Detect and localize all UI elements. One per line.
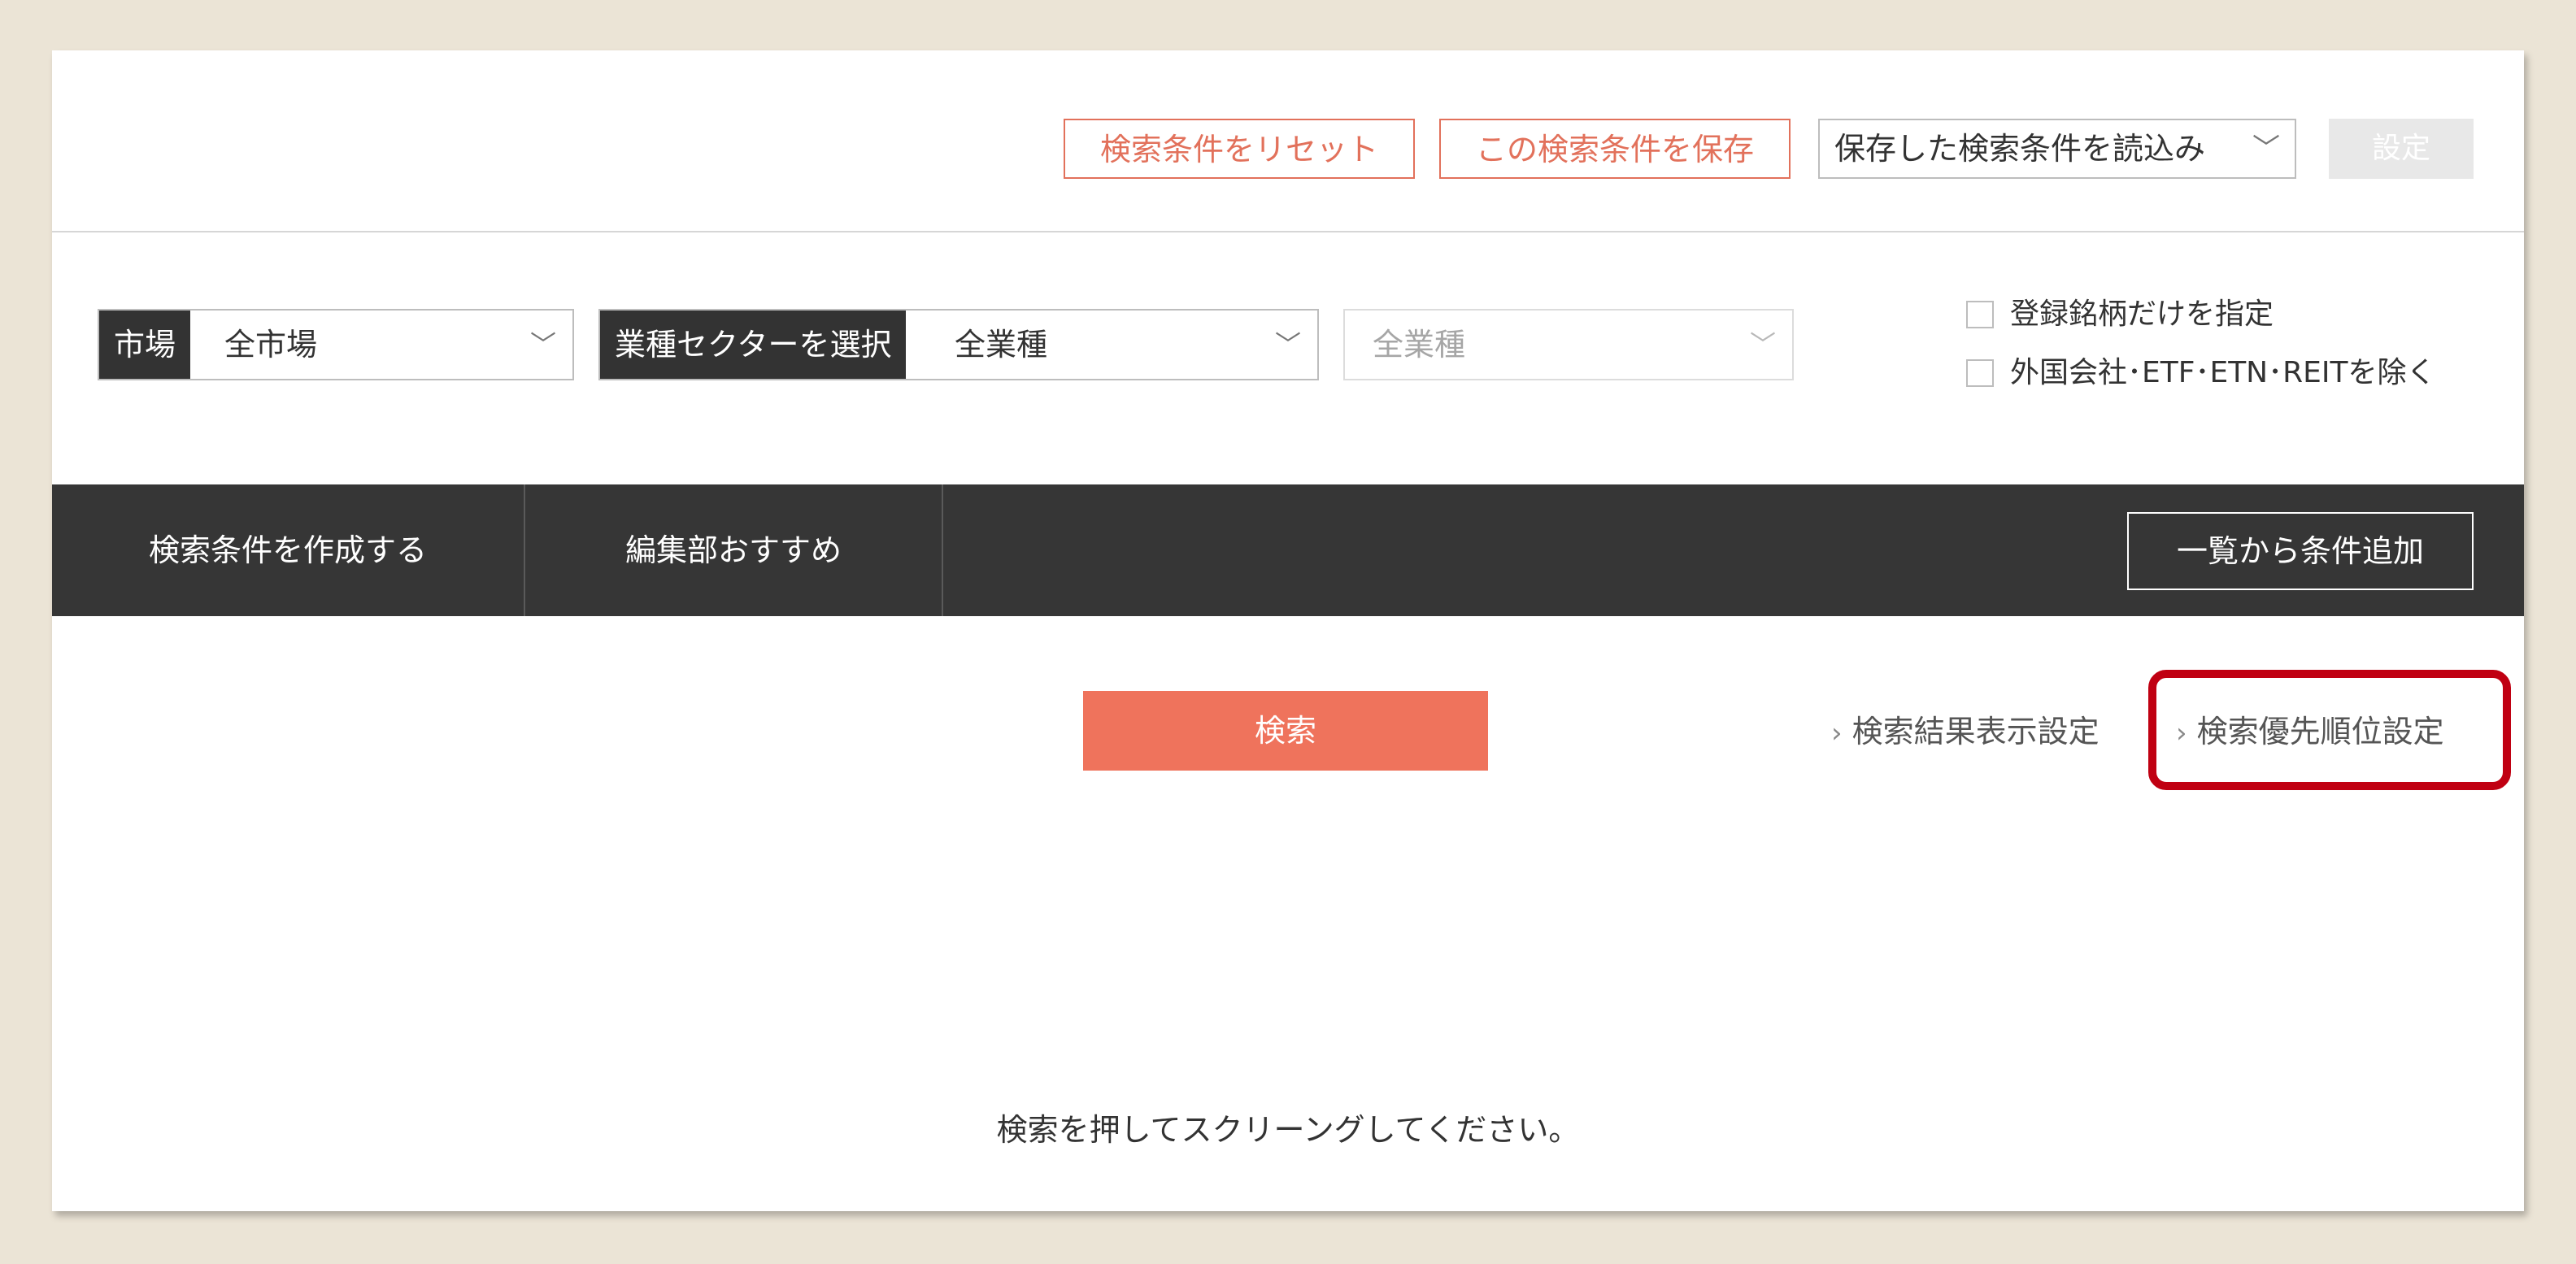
save-conditions-button[interactable]: この検索条件を保存 — [1439, 119, 1791, 179]
market-select[interactable]: 市場 全市場 ﹀ — [98, 309, 574, 380]
registered-only-checkbox[interactable]: 登録銘柄だけを指定 — [1966, 294, 2487, 335]
sector-value: 全業種 — [955, 327, 1048, 363]
subsector-select[interactable]: 全業種 ﹀ — [1343, 309, 1794, 380]
chevron-down-icon: ﹀ — [1274, 329, 1301, 360]
set-button[interactable]: 設定 — [2329, 119, 2474, 179]
sector-select[interactable]: 業種セクターを選択 全業種 ﹀ — [598, 309, 1319, 380]
load-saved-conditions-label: 保存した検索条件を読込み — [1834, 131, 2206, 167]
chevron-right-icon: › — [1831, 717, 1843, 749]
market-tag: 市場 — [99, 311, 191, 379]
market-value: 全市場 — [224, 327, 318, 363]
registered-only-label: 登録銘柄だけを指定 — [2010, 298, 2274, 331]
toolbar: 検索条件をリセット この検索条件を保存 保存した検索条件を読込み ﹀ 設定 — [52, 50, 2524, 232]
load-saved-conditions-select[interactable]: 保存した検索条件を読込み ﹀ — [1818, 119, 2296, 179]
tab-create-conditions[interactable]: 検索条件を作成する — [52, 484, 525, 616]
result-display-settings-label: 検索結果表示設定 — [1852, 714, 2100, 749]
condition-tab-bar: 検索条件を作成する 編集部おすすめ 一覧から条件追加 — [52, 484, 2524, 616]
screening-panel: 検索条件をリセット この検索条件を保存 保存した検索条件を読込み ﹀ 設定 市場… — [52, 50, 2524, 1211]
chevron-down-icon: ﹀ — [529, 329, 556, 360]
exclude-foreign-checkbox[interactable]: 外国会社･ETF･ETN･REITを除く — [1966, 353, 2487, 393]
sector-tag: 業種セクターを選択 — [600, 311, 907, 379]
checkbox-box[interactable] — [1966, 359, 1994, 387]
add-condition-from-list-button[interactable]: 一覧から条件追加 — [2127, 512, 2474, 590]
tab-editor-picks[interactable]: 編集部おすすめ — [525, 484, 943, 616]
search-button[interactable]: 検索 — [1083, 691, 1488, 771]
highlight-box — [2148, 670, 2511, 790]
exclude-foreign-label: 外国会社･ETF･ETN･REITを除く — [2010, 356, 2436, 389]
result-display-settings-link[interactable]: › 検索結果表示設定 — [1831, 707, 2100, 756]
checkbox-box[interactable] — [1966, 301, 1994, 328]
reset-conditions-button[interactable]: 検索条件をリセット — [1064, 119, 1415, 179]
subsector-value: 全業種 — [1373, 327, 1466, 363]
chevron-down-icon: ﹀ — [2252, 132, 2280, 165]
empty-state-message: 検索を押してスクリーングしてください。 — [996, 1112, 1580, 1148]
chevron-down-icon: ﹀ — [1749, 329, 1776, 360]
